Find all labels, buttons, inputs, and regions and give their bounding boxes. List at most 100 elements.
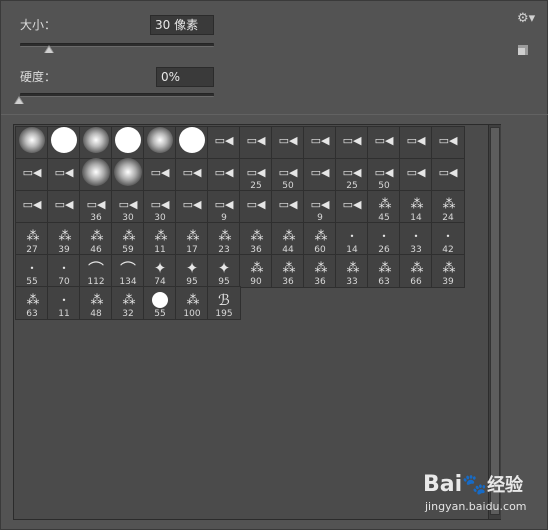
brush-preset-cell[interactable]: ▭◀	[47, 158, 81, 192]
new-preset-icon[interactable]	[518, 45, 528, 55]
brush-preset-cell[interactable]	[175, 126, 209, 160]
brush-preset-cell[interactable]: ▭◀	[47, 190, 81, 224]
brush-preset-cell[interactable]: ✦ 95	[207, 254, 241, 288]
brush-preset-cell[interactable]: ⁂ 63	[15, 286, 49, 320]
brush-preset-cell[interactable]: ▭◀	[175, 158, 209, 192]
brush-preset-cell[interactable]: ▭◀	[431, 158, 465, 192]
brush-preset-cell[interactable]: ⁂ 44	[271, 222, 305, 256]
brush-preset-cell[interactable]: ⌒ 112	[79, 254, 113, 288]
brush-preset-cell[interactable]: ⁂ 11	[143, 222, 177, 256]
brush-preset-cell[interactable]: • 55	[15, 254, 49, 288]
brush-preset-cell[interactable]: ⁂ 36	[239, 222, 273, 256]
brush-tip-icon: ▭◀	[22, 165, 42, 179]
brush-preset-cell[interactable]	[111, 126, 145, 160]
brush-preset-cell[interactable]: ⁂ 14	[399, 190, 433, 224]
brush-preset-cell[interactable]: ⁂ 24	[431, 190, 465, 224]
hardness-slider-thumb[interactable]	[14, 96, 24, 104]
brush-preset-cell[interactable]: ▭◀ 25	[239, 158, 273, 192]
hardness-input[interactable]: 0%	[156, 67, 214, 87]
brush-preset-cell[interactable]: ▭◀	[207, 126, 241, 160]
brush-preset-cell[interactable]: ⁂ 33	[335, 254, 369, 288]
brush-size-label: 100	[183, 309, 201, 319]
brush-tip-icon: ▭◀	[278, 197, 298, 211]
brush-preset-cell[interactable]: ▭◀ 36	[79, 190, 113, 224]
brush-preset-cell[interactable]: ⁂ 66	[399, 254, 433, 288]
brush-preset-cell[interactable]	[111, 158, 145, 192]
brush-preset-cell[interactable]: ▭◀ 25	[335, 158, 369, 192]
hardness-slider-track[interactable]	[20, 93, 214, 97]
scrollbar[interactable]	[488, 125, 501, 519]
gear-icon[interactable]: ⚙▾	[517, 12, 535, 26]
brush-tip-icon: ⌒	[87, 260, 104, 279]
brush-preset-cell[interactable]: • 42	[431, 222, 465, 256]
brush-preset-cell[interactable]: ▭◀	[303, 126, 337, 160]
brush-preset-cell[interactable]	[47, 126, 81, 160]
brush-size-label: 195	[215, 309, 233, 319]
brush-size-label: 60	[314, 245, 326, 255]
brush-preset-cell[interactable]: ▭◀ 9	[207, 190, 241, 224]
brush-preset-cell[interactable]: ⁂ 17	[175, 222, 209, 256]
brush-preset-cell[interactable]: ⁂ 60	[303, 222, 337, 256]
brush-preset-cell[interactable]: ▭◀ 9	[303, 190, 337, 224]
brush-preset-cell[interactable]: ▭◀	[399, 126, 433, 160]
brush-preset-cell[interactable]: ⁂ 36	[303, 254, 337, 288]
brush-preset-cell[interactable]: ▭◀	[15, 158, 49, 192]
brush-preset-cell[interactable]: ▭◀	[239, 190, 273, 224]
watermark-url: jingyan.baidu.com	[425, 500, 527, 513]
brush-tip-icon: ⁂	[378, 196, 392, 212]
brush-preset-cell[interactable]: ▭◀	[303, 158, 337, 192]
brush-size-label: 112	[87, 277, 105, 287]
brush-preset-cell[interactable]: ▭◀	[175, 190, 209, 224]
brush-preset-cell[interactable]: ⁂ 45	[367, 190, 401, 224]
brush-preset-cell[interactable]: ▭◀	[143, 158, 177, 192]
size-slider-thumb[interactable]	[44, 45, 55, 53]
brush-preset-cell[interactable]: ⁂ 63	[367, 254, 401, 288]
brush-preset-cell[interactable]: ⁂ 32	[111, 286, 145, 320]
brush-preset-cell[interactable]: ⁂ 90	[239, 254, 273, 288]
brush-preset-cell[interactable]: • 26	[367, 222, 401, 256]
brush-preset-cell[interactable]: • 70	[47, 254, 81, 288]
brush-preset-cell[interactable]: ⁂ 36	[271, 254, 305, 288]
brush-preset-cell[interactable]: ⁂ 100	[175, 286, 209, 320]
brush-preset-cell[interactable]: ▭◀ 30	[143, 190, 177, 224]
brush-tip-icon: ⁂	[90, 228, 104, 244]
brush-preset-cell[interactable]: ⁂ 39	[431, 254, 465, 288]
brush-preset-cell[interactable]: ▭◀	[239, 126, 273, 160]
brush-preset-cell[interactable]: ⁂ 48	[79, 286, 113, 320]
brush-preset-cell[interactable]: • 14	[335, 222, 369, 256]
size-input[interactable]: 30 像素	[150, 15, 214, 35]
brush-preset-cell[interactable]: ⁂ 59	[111, 222, 145, 256]
brush-preset-cell[interactable]: ⌒ 134	[111, 254, 145, 288]
brush-preset-cell[interactable]: ℬ 195	[207, 286, 241, 320]
brush-preset-cell[interactable]: ⁂ 23	[207, 222, 241, 256]
scrollbar-thumb[interactable]	[490, 127, 500, 515]
brush-preset-cell[interactable]: ✦ 74	[143, 254, 177, 288]
brush-preset-cell[interactable]: ▭◀ 30	[111, 190, 145, 224]
brush-preset-cell[interactable]: ▭◀	[271, 126, 305, 160]
brush-preset-cell[interactable]: ⁂ 46	[79, 222, 113, 256]
brush-preset-cell[interactable]: ▭◀	[367, 126, 401, 160]
brush-tip-icon	[176, 127, 208, 153]
brush-preset-cell[interactable]	[15, 126, 49, 160]
brush-tip-icon: ▭◀	[310, 165, 330, 179]
brush-preset-cell[interactable]: ▭◀	[335, 126, 369, 160]
brush-preset-cell[interactable]: • 11	[47, 286, 81, 320]
brush-tip-icon: ▭◀	[182, 165, 202, 179]
brush-preset-cell[interactable]	[79, 126, 113, 160]
brush-preset-cell[interactable]: ▭◀	[15, 190, 49, 224]
brush-preset-cell[interactable]: • 33	[399, 222, 433, 256]
brush-preset-cell[interactable]: ▭◀	[207, 158, 241, 192]
brush-preset-cell[interactable]: ▭◀ 50	[271, 158, 305, 192]
brush-preset-cell[interactable]: ▭◀	[271, 190, 305, 224]
brush-preset-cell[interactable]: ▭◀	[399, 158, 433, 192]
brush-preset-cell[interactable]: ✦ 95	[175, 254, 209, 288]
brush-preset-cell[interactable]: ⁂ 27	[15, 222, 49, 256]
brush-preset-cell[interactable]: ▭◀	[431, 126, 465, 160]
brush-tip-icon: •	[413, 231, 419, 241]
brush-preset-cell[interactable]	[143, 126, 177, 160]
brush-preset-cell[interactable]	[79, 158, 113, 192]
brush-preset-cell[interactable]: ▭◀ 50	[367, 158, 401, 192]
brush-preset-cell[interactable]: 55	[143, 286, 177, 320]
brush-preset-cell[interactable]: ▭◀	[335, 190, 369, 224]
brush-preset-cell[interactable]: ⁂ 39	[47, 222, 81, 256]
